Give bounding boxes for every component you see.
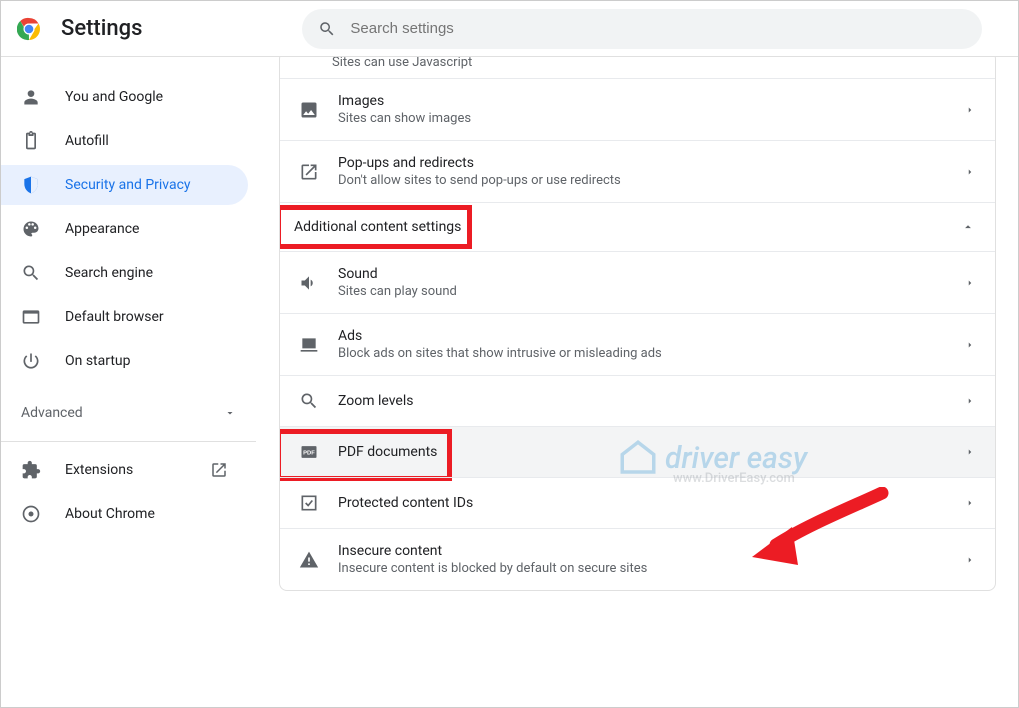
chevron-right-icon xyxy=(965,447,975,457)
sidebar-item-label: Search engine xyxy=(65,265,153,281)
row-title: Pop-ups and redirects xyxy=(338,155,947,171)
row-subtitle: Block ads on sites that show intrusive o… xyxy=(338,346,947,361)
palette-icon xyxy=(21,219,41,239)
sidebar: You and Google Autofill Security and Pri… xyxy=(1,57,257,707)
sidebar-item-label: Appearance xyxy=(65,221,139,237)
row-title: Zoom levels xyxy=(338,393,947,409)
sidebar-item-autofill[interactable]: Autofill xyxy=(1,121,248,161)
row-title: Protected content IDs xyxy=(338,495,947,511)
row-title: PDF documents xyxy=(338,444,947,460)
sidebar-item-extensions[interactable]: Extensions xyxy=(1,450,248,490)
sidebar-advanced-toggle[interactable]: Advanced xyxy=(1,393,256,433)
row-sound[interactable]: Sound Sites can play sound xyxy=(280,251,995,313)
settings-search-input[interactable] xyxy=(350,20,966,37)
extensions-label: Extensions xyxy=(65,462,133,478)
shield-icon xyxy=(21,175,41,195)
popup-icon xyxy=(298,161,320,183)
chevron-right-icon xyxy=(965,167,975,177)
row-title: Insecure content xyxy=(338,543,947,559)
sidebar-separator xyxy=(1,441,256,442)
browser-icon xyxy=(21,307,41,327)
row-subtitle: Sites can play sound xyxy=(338,284,947,299)
sidebar-item-label: Default browser xyxy=(65,309,164,325)
open-external-icon xyxy=(210,461,228,479)
row-pdf-documents[interactable]: PDF PDF documents xyxy=(280,426,995,477)
app-header: Settings xyxy=(1,1,1018,57)
power-icon xyxy=(21,351,41,371)
sidebar-item-about-chrome[interactable]: About Chrome xyxy=(1,494,248,534)
row-subtitle: Don't allow sites to send pop-ups or use… xyxy=(338,173,947,188)
pdf-icon: PDF xyxy=(298,441,320,463)
chevron-right-icon xyxy=(965,340,975,350)
additional-content-settings-header[interactable]: Additional content settings xyxy=(280,202,995,251)
image-icon xyxy=(298,99,320,121)
row-zoom-levels[interactable]: Zoom levels xyxy=(280,375,995,426)
search-icon xyxy=(21,263,41,283)
zoom-icon xyxy=(298,390,320,412)
extension-icon xyxy=(21,460,41,480)
chevron-right-icon xyxy=(965,396,975,406)
layout: You and Google Autofill Security and Pri… xyxy=(1,57,1018,707)
sidebar-item-search-engine[interactable]: Search engine xyxy=(1,253,248,293)
warning-icon xyxy=(298,549,320,571)
row-protected-content[interactable]: Protected content IDs xyxy=(280,477,995,528)
row-ads[interactable]: Ads Block ads on sites that show intrusi… xyxy=(280,313,995,375)
row-title: Sound xyxy=(338,266,947,282)
chevron-up-icon xyxy=(961,220,975,234)
page-title: Settings xyxy=(61,16,142,41)
row-title: Images xyxy=(338,93,947,109)
chevron-right-icon xyxy=(965,105,975,115)
sidebar-item-you-and-google[interactable]: You and Google xyxy=(1,77,248,117)
clipboard-icon xyxy=(21,131,41,151)
sidebar-item-label: Security and Privacy xyxy=(65,177,191,193)
svg-text:PDF: PDF xyxy=(303,451,315,457)
row-subtitle: Sites can use Javascript xyxy=(332,57,472,70)
chevron-down-icon xyxy=(224,407,236,419)
sound-icon xyxy=(298,272,320,294)
settings-main: Sites can use Javascript Images Sites ca… xyxy=(257,57,1018,707)
sidebar-item-on-startup[interactable]: On startup xyxy=(1,341,248,381)
content-settings-card: Sites can use Javascript Images Sites ca… xyxy=(279,57,996,591)
row-popups-redirects[interactable]: Pop-ups and redirects Don't allow sites … xyxy=(280,140,995,202)
row-subtitle: Insecure content is blocked by default o… xyxy=(338,561,947,576)
chevron-right-icon xyxy=(965,555,975,565)
chrome-logo-icon xyxy=(17,17,41,41)
settings-search[interactable] xyxy=(302,9,982,49)
sidebar-item-label: Autofill xyxy=(65,133,109,149)
row-title: Ads xyxy=(338,328,947,344)
sidebar-item-label: You and Google xyxy=(65,89,163,105)
row-subtitle: Sites can show images xyxy=(338,111,947,126)
row-insecure-content[interactable]: Insecure content Insecure content is blo… xyxy=(280,528,995,590)
protected-icon xyxy=(298,492,320,514)
sidebar-item-default-browser[interactable]: Default browser xyxy=(1,297,248,337)
row-javascript-cutoff[interactable]: Sites can use Javascript xyxy=(280,57,995,78)
chrome-outline-icon xyxy=(21,504,41,524)
ads-icon xyxy=(298,334,320,356)
sidebar-item-appearance[interactable]: Appearance xyxy=(1,209,248,249)
person-icon xyxy=(21,87,41,107)
section-header-label: Additional content settings xyxy=(294,219,461,235)
about-label: About Chrome xyxy=(65,506,155,522)
chevron-right-icon xyxy=(965,278,975,288)
sidebar-nav: You and Google Autofill Security and Pri… xyxy=(1,77,256,393)
chevron-right-icon xyxy=(965,498,975,508)
search-icon xyxy=(318,20,336,38)
sidebar-item-security-privacy[interactable]: Security and Privacy xyxy=(1,165,248,205)
row-images[interactable]: Images Sites can show images xyxy=(280,78,995,140)
sidebar-item-label: On startup xyxy=(65,353,131,369)
advanced-label: Advanced xyxy=(21,405,83,421)
